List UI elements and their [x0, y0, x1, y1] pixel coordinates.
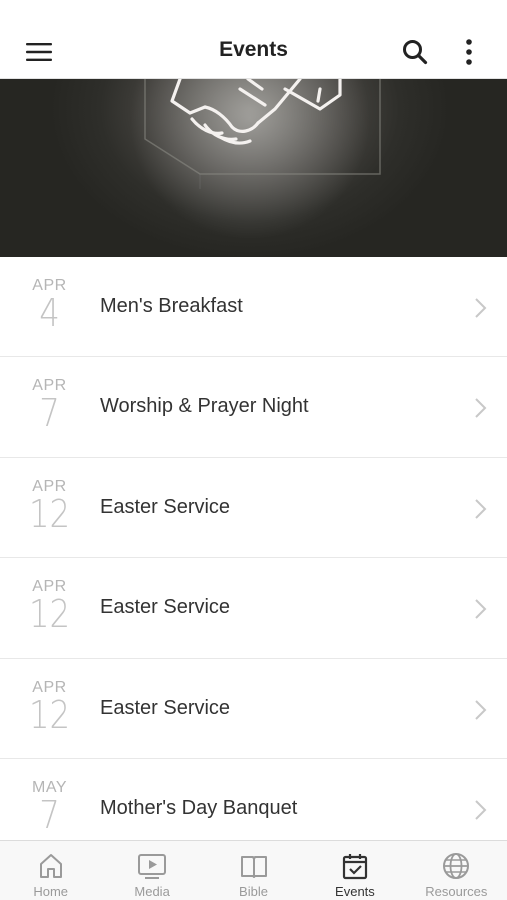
search-button[interactable] — [393, 30, 437, 74]
event-title: Men's Breakfast — [100, 295, 243, 317]
globe-icon — [443, 853, 470, 879]
app-screen: Events APR 4 Men's Breakfast APR 7 Worsh… — [0, 0, 507, 900]
tab-home[interactable]: Home — [0, 841, 101, 900]
event-day: 12 — [28, 692, 71, 737]
calendar-check-icon — [342, 854, 368, 880]
event-row[interactable]: APR 12 Easter Service — [0, 658, 507, 759]
event-row[interactable]: APR 12 Easter Service — [0, 457, 507, 559]
event-day: 4 — [39, 291, 60, 335]
neon-handshake-image — [0, 79, 507, 257]
bottom-tab-bar: Home Media Bible Events Resources — [0, 840, 507, 900]
search-icon — [403, 40, 428, 65]
chevron-right-icon — [475, 699, 487, 720]
event-date: APR 12 — [22, 578, 77, 637]
event-date: APR 7 — [22, 377, 77, 436]
more-vertical-icon — [466, 39, 472, 65]
home-icon — [39, 854, 62, 878]
event-date: APR 12 — [22, 679, 77, 737]
event-day: 7 — [39, 391, 60, 436]
event-date: APR 12 — [22, 478, 77, 536]
event-date: MAY 7 — [22, 779, 77, 837]
more-options-button[interactable] — [447, 30, 491, 74]
tab-label: Media — [134, 884, 170, 899]
chevron-right-icon — [475, 298, 487, 318]
book-icon — [240, 856, 267, 878]
chevron-right-icon — [475, 599, 487, 619]
event-row[interactable]: APR 4 Men's Breakfast — [0, 257, 507, 358]
event-title: Easter Service — [100, 596, 231, 619]
event-date: APR 4 — [22, 277, 77, 335]
event-title: Mother's Day Banquet — [100, 796, 298, 819]
media-play-icon — [138, 854, 167, 879]
tab-media[interactable]: Media — [101, 841, 202, 900]
event-title: Worship & Prayer Night — [100, 395, 309, 418]
chevron-right-icon — [475, 499, 487, 519]
event-day: 12 — [28, 491, 71, 536]
event-day: 7 — [39, 792, 60, 837]
chevron-right-icon — [475, 398, 487, 419]
chevron-right-icon — [475, 800, 487, 820]
tab-resources[interactable]: Resources — [406, 841, 507, 900]
tab-bible[interactable]: Bible — [203, 841, 304, 900]
event-row[interactable]: APR 7 Worship & Prayer Night — [0, 357, 507, 458]
event-title: Easter Service — [100, 495, 231, 518]
tab-label: Resources — [425, 884, 488, 899]
tab-label: Home — [33, 884, 69, 899]
event-title: Easter Service — [100, 696, 231, 719]
tab-label: Bible — [239, 884, 268, 899]
hero-banner-image — [0, 79, 507, 257]
event-row[interactable]: APR 12 Easter Service — [0, 558, 507, 659]
event-list: APR 4 Men's Breakfast APR 7 Worship & Pr… — [0, 257, 507, 860]
tab-events[interactable]: Events — [304, 841, 405, 900]
top-app-bar: Events — [0, 0, 507, 79]
event-day: 12 — [28, 592, 71, 637]
tab-label: Events — [335, 884, 375, 899]
